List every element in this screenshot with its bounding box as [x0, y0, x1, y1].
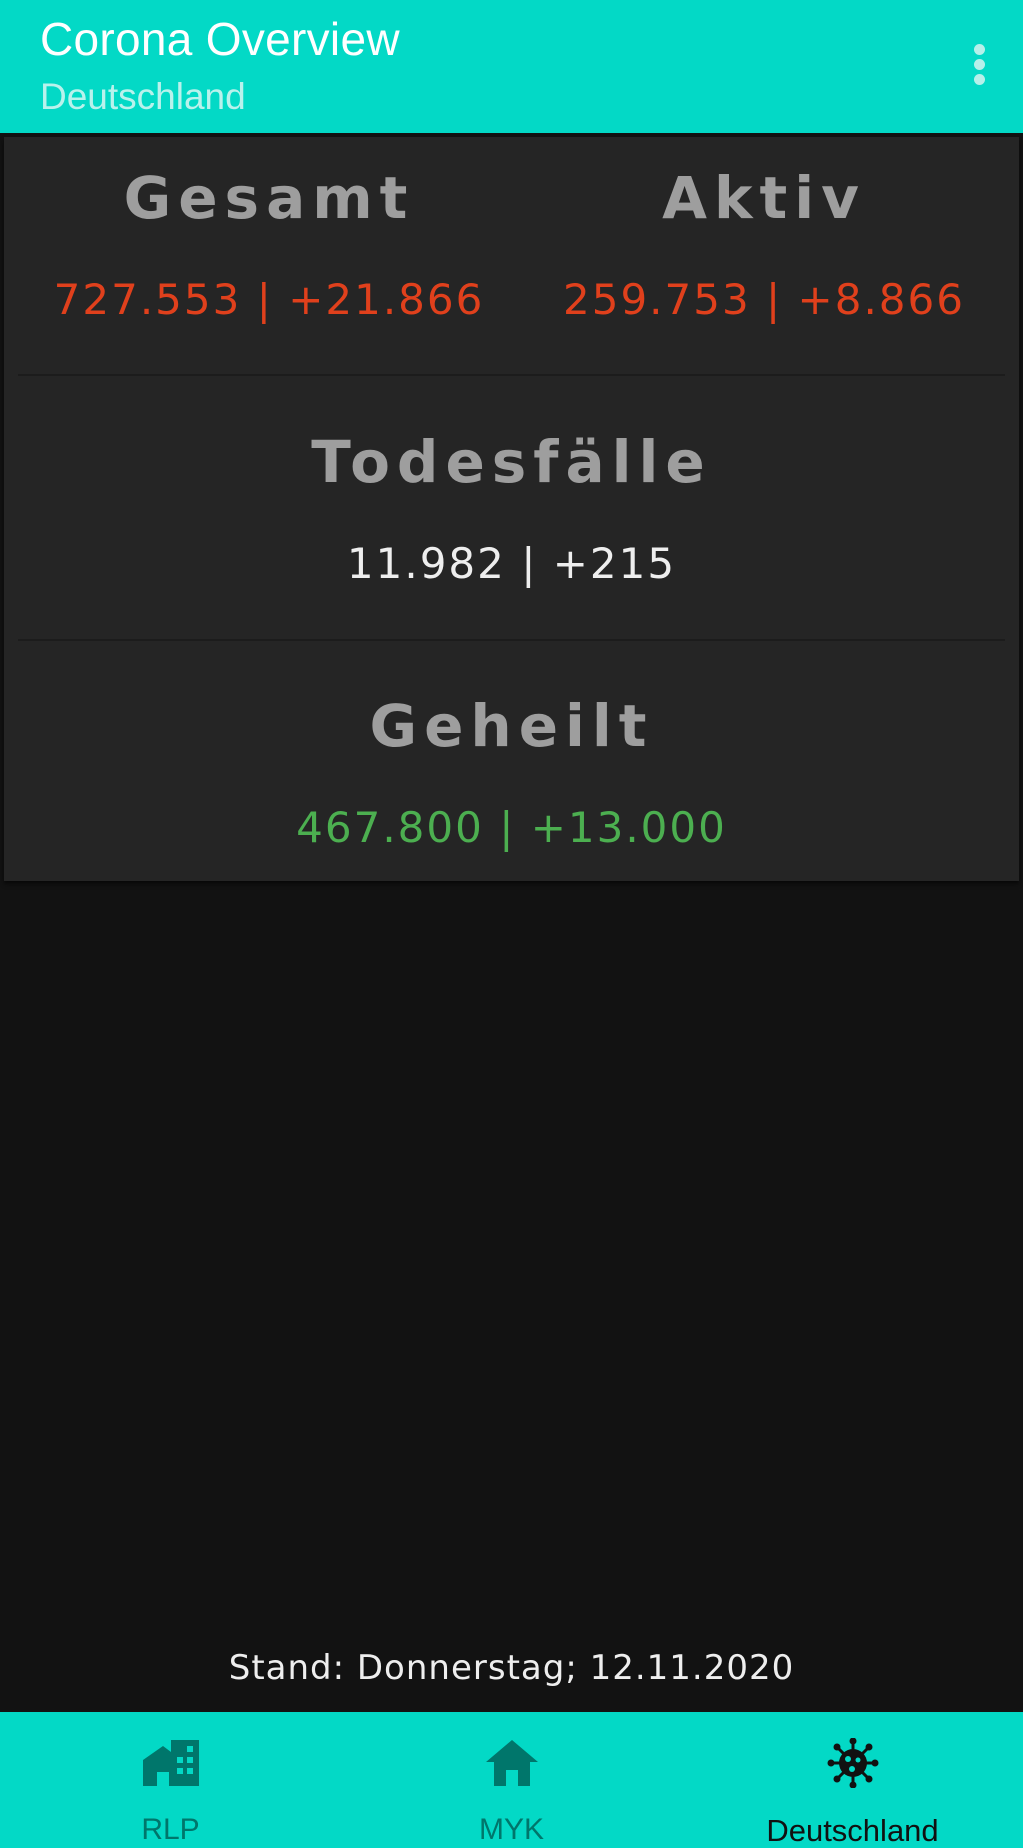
- nav-item-rlp[interactable]: RLP: [0, 1712, 341, 1848]
- app-bar: Corona Overview Deutschland: [0, 0, 1023, 133]
- nav-label-deutschland: Deutschland: [766, 1813, 939, 1848]
- stat-geheilt-value: 467.800 | +13.000: [296, 803, 727, 852]
- nav-label-rlp: RLP: [141, 1813, 200, 1846]
- virus-icon: [827, 1738, 878, 1788]
- app-root: Corona Overview Deutschland Gesamt 727.5…: [0, 0, 1023, 1848]
- stat-geheilt: Geheilt 467.800 | +13.000: [4, 691, 1019, 853]
- divider: [18, 639, 1005, 641]
- app-subtitle: Deutschland: [40, 76, 246, 117]
- stat-todesfaelle-value: 11.982 | +215: [346, 539, 677, 588]
- last-updated-text: Stand: Donnerstag; 12.11.2020: [228, 1648, 795, 1688]
- nav-label-myk: MYK: [478, 1813, 544, 1846]
- stat-aktiv: Aktiv 259.753 | +8.866: [514, 163, 1014, 325]
- stat-gesamt: Gesamt 727.553 | +21.866: [4, 163, 534, 325]
- stat-aktiv-title: Aktiv: [662, 164, 866, 232]
- stat-gesamt-value: 727.553 | +21.866: [53, 275, 485, 324]
- stat-aktiv-value: 259.753 | +8.866: [563, 275, 965, 324]
- home-icon: [485, 1740, 538, 1786]
- app-title: Corona Overview: [40, 13, 400, 65]
- stat-todesfaelle: Todesfälle 11.982 | +215: [4, 427, 1019, 589]
- nav-item-deutschland[interactable]: Deutschland: [682, 1712, 1023, 1848]
- nav-item-myk[interactable]: MYK: [341, 1712, 682, 1848]
- bottom-navigation: RLP MYK Deutschland: [0, 1712, 1023, 1848]
- more-options-icon[interactable]: [955, 36, 1003, 92]
- divider: [18, 374, 1005, 376]
- stat-todesfaelle-title: Todesfälle: [311, 428, 712, 496]
- stat-gesamt-title: Gesamt: [123, 164, 415, 232]
- stats-card: Gesamt 727.553 | +21.866 Aktiv 259.753 |…: [4, 137, 1019, 881]
- city-icon: [142, 1740, 199, 1786]
- stat-geheilt-title: Geheilt: [369, 692, 654, 760]
